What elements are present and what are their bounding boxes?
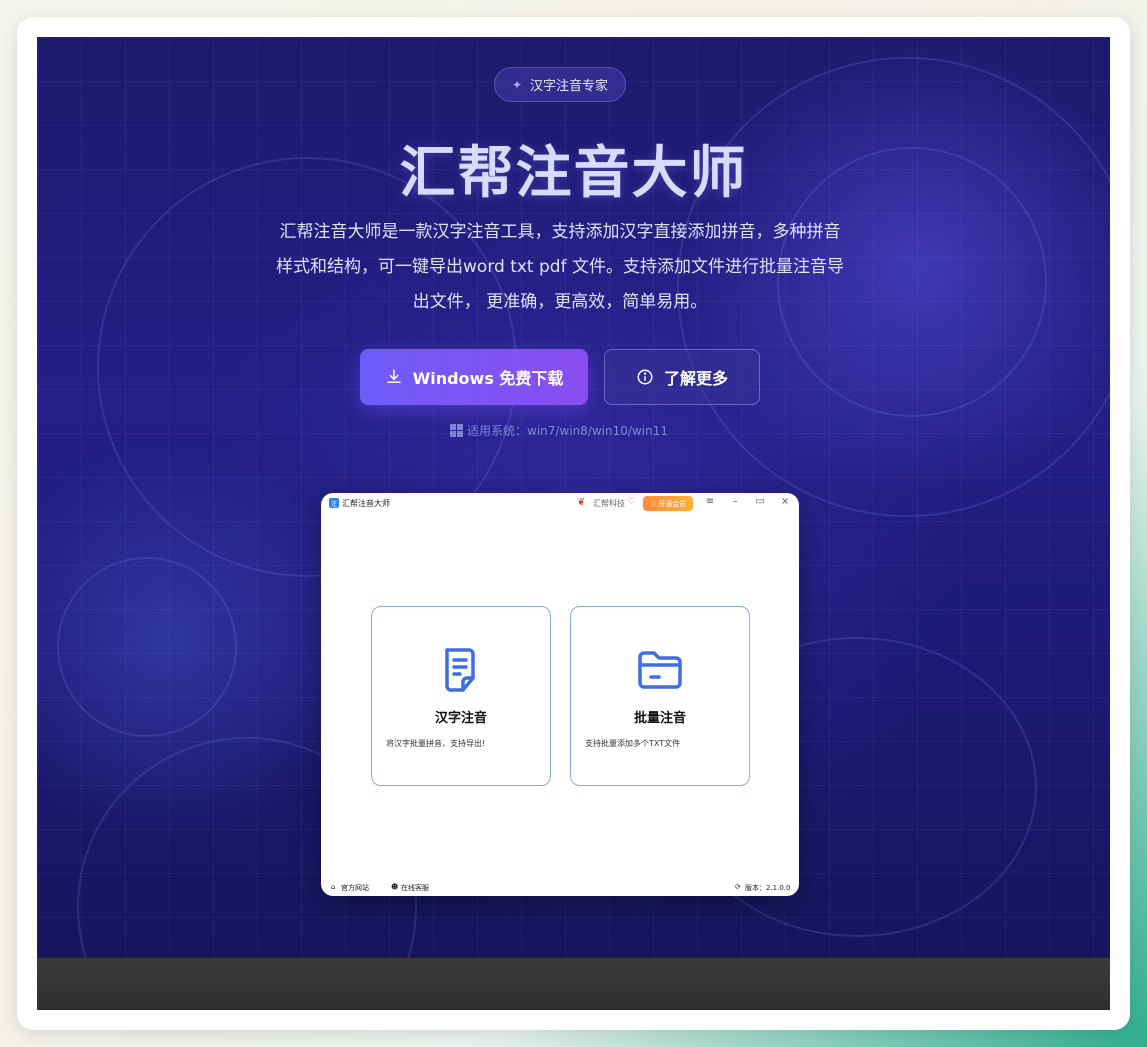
document-icon <box>445 648 475 692</box>
brand-name: 汇帮科技 <box>593 499 625 508</box>
feature-desc: 将汉字批量拼音，支持导出! <box>386 739 486 748</box>
download-icon <box>386 369 401 383</box>
vip-label: 开通会员 <box>658 499 687 508</box>
maximize-icon[interactable]: ▭ <box>753 496 767 507</box>
service-link[interactable]: 在线客服 <box>401 883 429 893</box>
heart-icon: ♡ <box>627 497 636 507</box>
product-description: 汇帮注音大师是一款汉字注音工具，支持添加汉字直接添加拼音，多种拼音样式和结构，可… <box>276 222 844 312</box>
footer-band <box>37 958 1110 1010</box>
app-titlebar: 注 汇帮注音大师 ❦ 汇帮科技 ♡ ♡ 开通会员 ≡ – ▭ × <box>321 493 799 515</box>
learn-more-button[interactable]: 了解更多 <box>604 349 760 405</box>
windows-icon <box>450 424 463 437</box>
minimize-icon[interactable]: – <box>728 496 742 507</box>
system-requirements-text: 适用系统：win7/win8/win10/win11 <box>467 424 668 438</box>
decor-ring <box>57 557 237 737</box>
tag-badge: ✦ 汉字注音专家 <box>494 67 626 102</box>
vip-button[interactable]: ♡ 开通会员 <box>643 496 693 511</box>
feature-title: 批量注音 <box>633 711 686 726</box>
website-link[interactable]: 官方网站 <box>341 883 369 893</box>
brand-logo-icon: ❦ <box>577 497 586 508</box>
feature-title: 汉字注音 <box>434 711 487 726</box>
info-icon <box>637 369 653 385</box>
folder-icon <box>638 651 682 689</box>
home-icon: ⌂ <box>331 883 336 891</box>
service-icon: ☻ <box>391 883 399 891</box>
tag-label: 汉字注音专家 <box>530 79 609 94</box>
app-name: 汇帮注音大师 <box>342 499 390 508</box>
download-button-label: Windows 免费下载 <box>412 369 564 388</box>
close-icon[interactable]: × <box>778 496 792 507</box>
hero-section: ✦ 汉字注音专家 汇帮注音大师 汇帮注音大师是一款汉字注音工具，支持添加汉字直接… <box>37 37 1110 958</box>
feature-card-batch[interactable]: 批量注音 支持批量添加多个TXT文件 <box>570 606 750 786</box>
feature-card-hanzi[interactable]: 汉字注音 将汉字批量拼音，支持导出! <box>371 606 551 786</box>
sparkle-icon: ✦ <box>511 77 523 92</box>
learn-more-label: 了解更多 <box>663 369 728 388</box>
feature-desc: 支持批量添加多个TXT文件 <box>585 739 681 748</box>
menu-icon[interactable]: ≡ <box>703 496 717 507</box>
vip-icon: ♡ <box>649 499 657 508</box>
refresh-icon: ⟳ <box>735 883 741 891</box>
version-label: 版本：2.1.0.0 <box>745 884 791 892</box>
app-screenshot: 注 汇帮注音大师 ❦ 汇帮科技 ♡ ♡ 开通会员 ≡ – ▭ × 汉字注音 将汉… <box>321 493 799 896</box>
system-requirements: 适用系统：win7/win8/win10/win11 <box>450 422 710 439</box>
app-statusbar: ⌂ 官方网站 ☻ 在线客服 ⟳ 版本：2.1.0.0 <box>321 880 799 896</box>
windows-download-button[interactable]: Windows 免费下载 <box>360 349 588 405</box>
app-logo-icon: 注 <box>329 498 339 508</box>
page-title: 汇帮注音大师 <box>399 141 748 206</box>
